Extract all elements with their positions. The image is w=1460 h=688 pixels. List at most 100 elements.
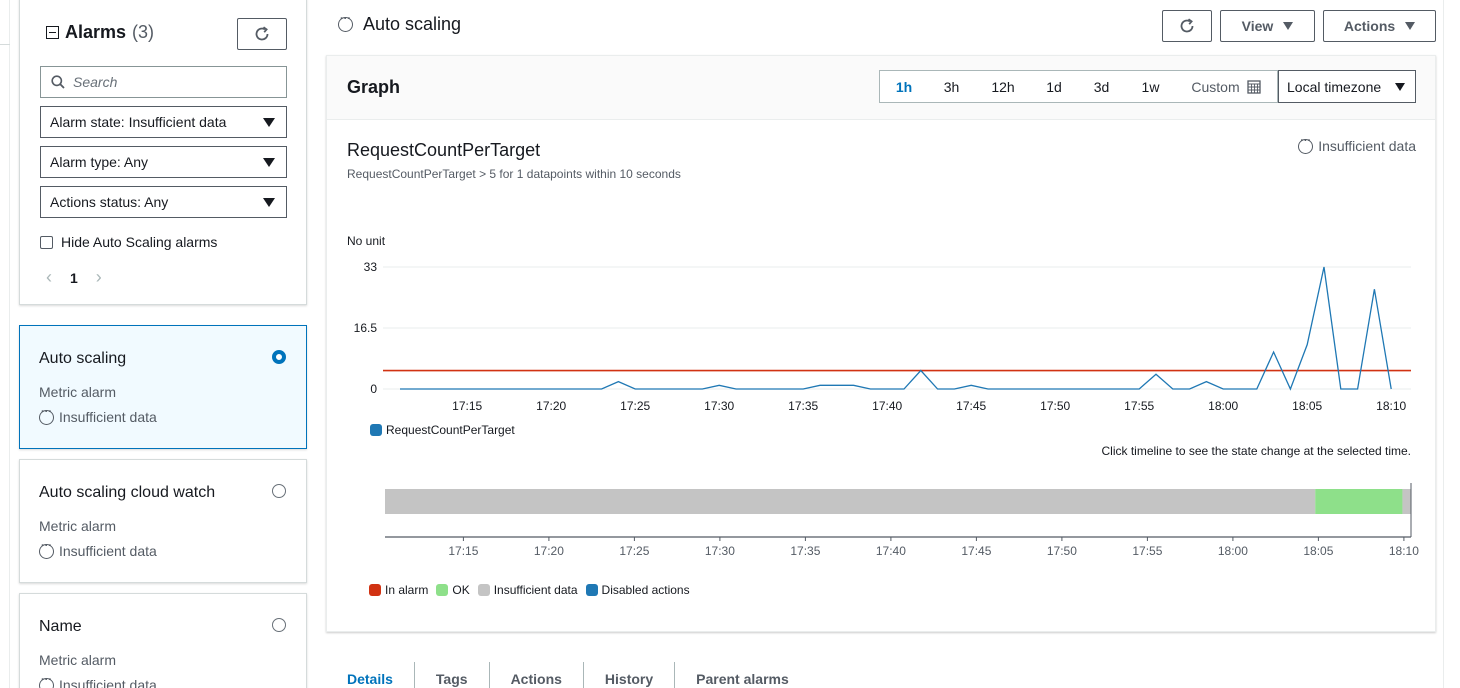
tab-parent-alarms[interactable]: Parent alarms (675, 662, 810, 688)
search-input[interactable] (73, 74, 273, 90)
detail-tabs: Details Tags Actions History Parent alar… (326, 662, 810, 688)
insufficient-data-icon (39, 540, 54, 559)
tab-tags[interactable]: Tags (415, 662, 490, 688)
timeline-tick-label: 17:45 (961, 544, 991, 558)
alarm-state-text: Insufficient data (59, 677, 157, 688)
x-tick-label: 17:55 (1124, 399, 1154, 413)
timeline-tick-label: 17:30 (705, 544, 735, 558)
tab-history[interactable]: History (584, 662, 676, 688)
page-title: Auto scaling (338, 13, 461, 35)
collapse-icon[interactable] (46, 26, 59, 39)
alarm-state: Insufficient data (39, 406, 287, 425)
x-tick-label: 17:25 (620, 399, 650, 413)
timeline-tick-label: 18:00 (1218, 544, 1248, 558)
alarm-type: Metric alarm (39, 518, 117, 534)
alarm-search[interactable] (40, 66, 287, 98)
timeline-segment (1315, 489, 1403, 514)
timeline-tick-label: 17:55 (1132, 544, 1162, 558)
legend-disabled-actions: Disabled actions (585, 583, 690, 597)
alarm-type-value: Alarm type: Any (50, 154, 149, 170)
legend-insufficient: Insufficient data (477, 583, 578, 597)
hide-autoscaling-checkbox[interactable] (40, 235, 53, 249)
y-tick-label: 16.5 (354, 321, 378, 335)
timeline-tick-label: 17:20 (534, 544, 564, 558)
alarm-radio[interactable] (272, 350, 286, 364)
alarm-type: Metric alarm (39, 652, 117, 668)
alarm-radio[interactable] (272, 618, 286, 632)
y-tick-label: 0 (370, 382, 377, 396)
timeline-tick-label: 17:50 (1047, 544, 1077, 558)
actions-status-select[interactable]: Actions status: Any (40, 186, 287, 218)
view-label: View (1241, 18, 1274, 34)
insufficient-data-icon (39, 674, 54, 688)
view-button[interactable]: View (1220, 10, 1315, 42)
pagination: ‹ 1 › (46, 267, 102, 288)
tab-actions[interactable]: Actions (490, 662, 584, 688)
insufficient-data-icon (39, 406, 54, 425)
x-tick-label: 17:30 (704, 399, 734, 413)
refresh-icon (255, 26, 269, 41)
timeline-tick-label: 18:10 (1389, 544, 1419, 558)
x-tick-label: 17:35 (788, 399, 818, 413)
alarm-type-select[interactable]: Alarm type: Any (40, 146, 287, 178)
series-legend-label: RequestCountPerTarget (386, 423, 515, 437)
current-page[interactable]: 1 (70, 270, 78, 286)
hide-autoscaling-toggle[interactable]: Hide Auto Scaling alarms (40, 234, 217, 250)
metric-chart[interactable]: 33 16.5 0 17:15 17:20 17:25 17:30 17:35 17:40 17:… (327, 56, 1435, 566)
refresh-alarms-button[interactable] (237, 18, 287, 50)
timeline-tick-label: 17:40 (876, 544, 906, 558)
chevron-left-icon[interactable]: ‹ (46, 267, 52, 288)
alarm-name: Auto scaling (39, 350, 127, 367)
alarm-filter-panel: Alarms (3) Alarm state: Insufficient dat… (19, 0, 307, 305)
refresh-icon (1180, 18, 1194, 33)
alarm-state-text: Insufficient data (59, 543, 157, 559)
alarm-card[interactable]: Name Metric alarm Insufficient data (19, 593, 307, 688)
graph-panel: Graph 1h 3h 12h 1d 3d 1w Custom Local ti… (326, 55, 1436, 632)
caret-down-icon (263, 118, 275, 127)
alarm-card[interactable]: Auto scaling cloud watch Metric alarm In… (19, 459, 307, 583)
timeline-tick-label: 17:35 (790, 544, 820, 558)
alarm-state-text: Insufficient data (59, 409, 157, 425)
x-tick-label: 17:40 (872, 399, 902, 413)
x-tick-label: 17:45 (956, 399, 986, 413)
timeline-hint: Click timeline to see the state change a… (1101, 444, 1412, 458)
alarms-title: Alarms (65, 22, 127, 42)
alarms-header[interactable]: Alarms (3) (46, 22, 154, 43)
legend-in-alarm: In alarm (369, 583, 428, 597)
legend-ok: OK (436, 583, 470, 597)
x-tick-label: 18:00 (1208, 399, 1238, 413)
x-tick-label: 17:50 (1040, 399, 1070, 413)
hide-autoscaling-label: Hide Auto Scaling alarms (61, 234, 218, 250)
timeline-tick-label: 17:25 (619, 544, 649, 558)
timeline-tick-label: 18:05 (1303, 544, 1333, 558)
series-legend: RequestCountPerTarget (370, 423, 515, 437)
insufficient-data-icon (338, 13, 353, 32)
series-swatch (370, 424, 382, 436)
alarm-card[interactable]: Auto scaling Metric alarm Insufficient d… (19, 325, 307, 449)
caret-down-icon (1283, 22, 1294, 30)
alarm-name: Name (39, 618, 82, 635)
timeline-segment (385, 489, 1316, 514)
x-tick-label: 17:20 (536, 399, 566, 413)
tab-details[interactable]: Details (326, 662, 415, 688)
y-tick-label: 33 (364, 260, 378, 274)
caret-down-icon (263, 158, 275, 167)
alarm-state-value: Alarm state: Insufficient data (50, 114, 227, 130)
actions-label: Actions (1343, 18, 1396, 34)
alarm-state: Insufficient data (39, 540, 287, 559)
alarm-name: Auto scaling cloud watch (39, 484, 216, 501)
x-tick-label: 18:05 (1292, 399, 1322, 413)
alarm-state-select[interactable]: Alarm state: Insufficient data (40, 106, 287, 138)
alarm-state: Insufficient data (39, 674, 287, 688)
x-tick-label: 18:10 (1376, 399, 1406, 413)
actions-status-value: Actions status: Any (50, 194, 169, 210)
chevron-right-icon[interactable]: › (96, 267, 102, 288)
alarms-count: (3) (132, 22, 155, 42)
alarm-radio[interactable] (272, 484, 286, 498)
refresh-button[interactable] (1162, 10, 1212, 42)
x-tick-label: 17:15 (452, 399, 482, 413)
actions-button[interactable]: Actions (1323, 10, 1436, 42)
timeline-tick-label: 17:15 (448, 544, 478, 558)
right-edge (1443, 0, 1444, 688)
caret-down-icon (263, 198, 275, 207)
